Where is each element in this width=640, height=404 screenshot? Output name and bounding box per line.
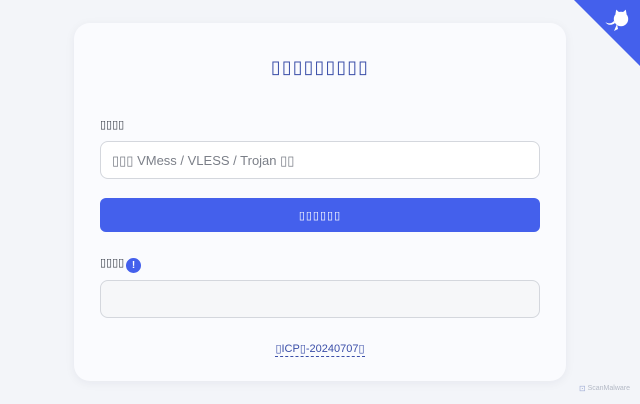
- scanmalware-logo-icon: ⊡: [578, 384, 586, 393]
- input-label: ▯▯▯▯: [100, 119, 125, 131]
- icp-link[interactable]: ▯ICP▯-20240707▯: [275, 343, 365, 357]
- converter-card: ▯▯▯▯▯▯▯▯▯ ▯▯▯▯ ▯▯▯▯▯▯ ▯▯▯▯ ! ▯ICP▯-20240…: [74, 23, 566, 381]
- watermark-text: ScanMalware: [587, 385, 630, 392]
- convert-button[interactable]: ▯▯▯▯▯▯: [100, 198, 540, 232]
- icp-footer: ▯ICP▯-20240707▯: [74, 339, 566, 357]
- info-icon[interactable]: !: [126, 258, 141, 273]
- page-title: ▯▯▯▯▯▯▯▯▯: [270, 57, 370, 77]
- result-output[interactable]: [100, 280, 540, 318]
- link-input[interactable]: [100, 141, 540, 179]
- output-label: ▯▯▯▯: [100, 257, 125, 269]
- watermark: ⊡ ScanMalware: [579, 384, 630, 393]
- github-corner-link[interactable]: [574, 0, 640, 66]
